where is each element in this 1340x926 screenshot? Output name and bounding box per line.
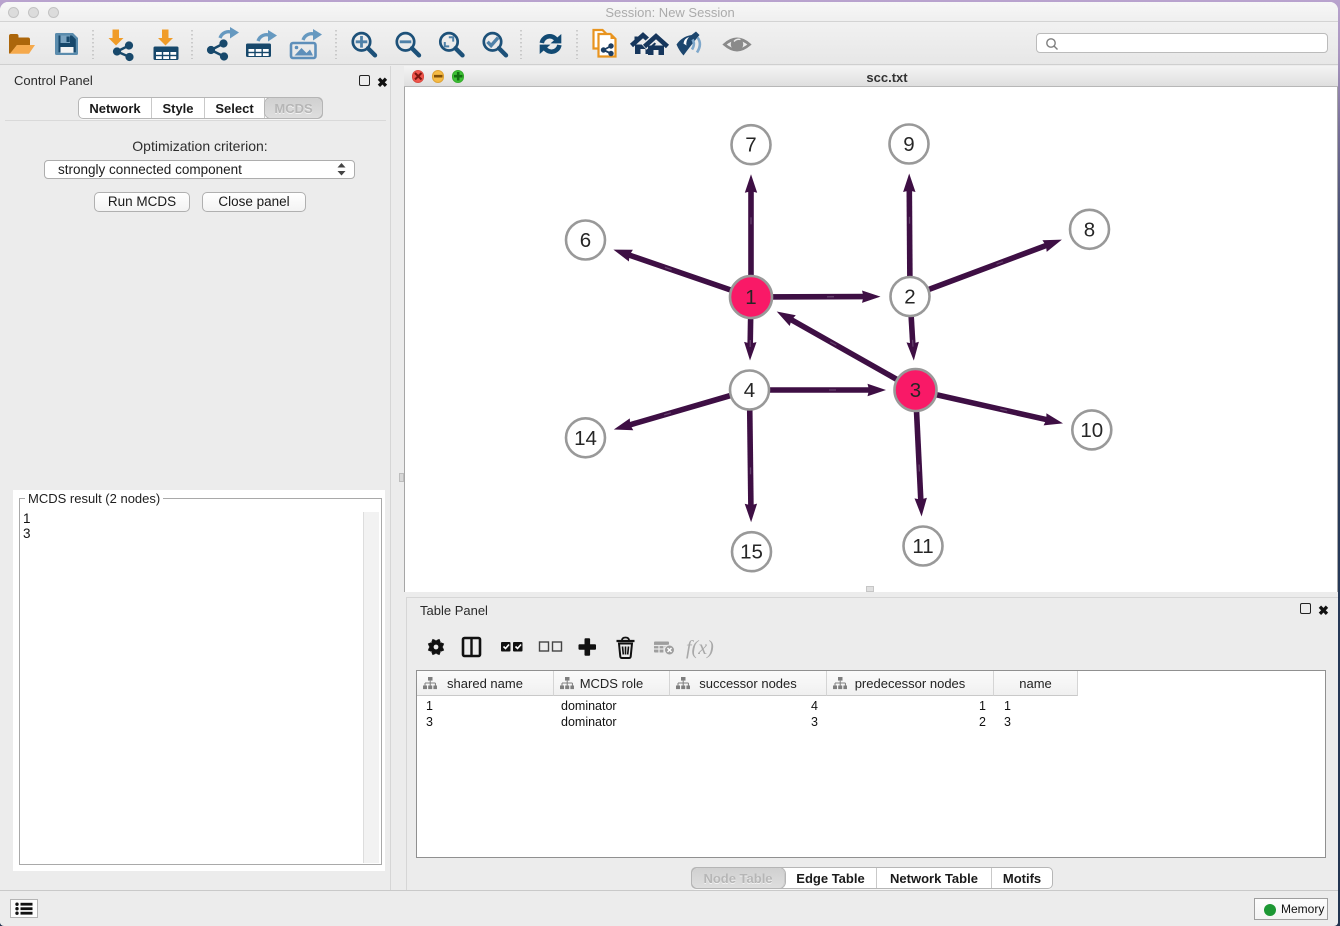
svg-text:1: 1 xyxy=(745,286,756,309)
svg-text:f(x): f(x) xyxy=(686,637,714,659)
svg-text:4: 4 xyxy=(744,379,755,402)
svg-text:8: 8 xyxy=(1084,218,1095,241)
svg-text:2: 2 xyxy=(904,286,915,309)
svg-text:15: 15 xyxy=(740,541,763,564)
svg-text:10: 10 xyxy=(1080,419,1103,442)
svg-text:6: 6 xyxy=(580,229,591,252)
svg-text:3: 3 xyxy=(910,379,921,402)
svg-text:9: 9 xyxy=(903,133,914,156)
svg-text:14: 14 xyxy=(574,427,597,450)
svg-text:11: 11 xyxy=(912,535,933,558)
svg-text:7: 7 xyxy=(745,134,756,157)
